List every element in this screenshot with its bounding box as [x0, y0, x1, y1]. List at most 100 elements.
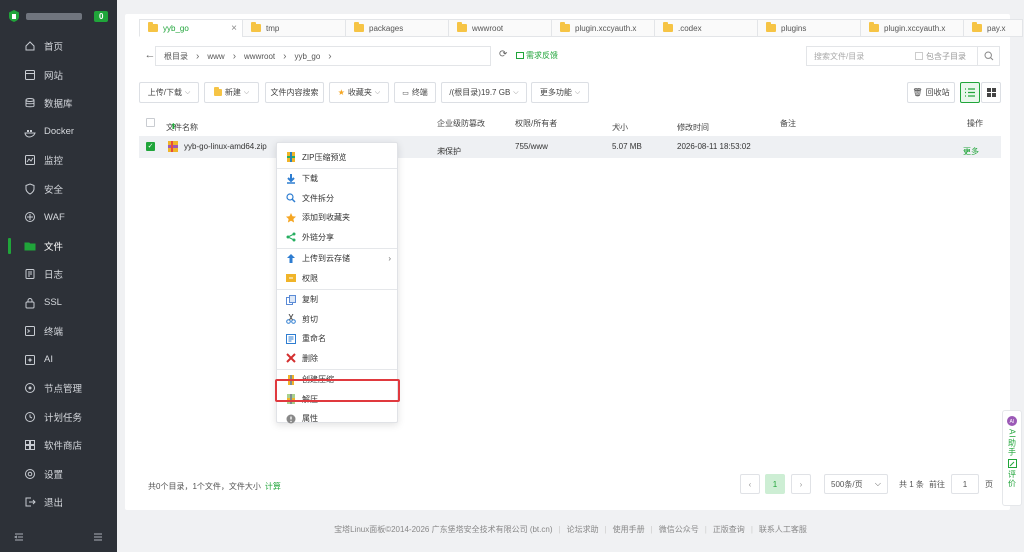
tab-0[interactable]: yyb_go × [139, 19, 242, 37]
menu-item-delete[interactable]: 删除 [277, 349, 397, 367]
sidebar-item-7[interactable]: 文件 [0, 232, 117, 261]
sidebar-item-4[interactable]: 监控 [0, 146, 117, 175]
tab-1[interactable]: tmp [242, 19, 345, 37]
menu-item-split[interactable]: 文件拆分 [277, 189, 397, 207]
sidebar-item-label: 设置 [44, 469, 64, 481]
ai-assistant-link[interactable]: AI助手 [1007, 429, 1018, 457]
feedback-link[interactable]: 需求反馈 [516, 50, 558, 61]
review-link[interactable]: 评价 [1007, 470, 1018, 488]
tab-5[interactable]: .codex [654, 19, 757, 37]
sidebar-item-2[interactable]: 数据库 [0, 89, 117, 118]
prev-page-button[interactable]: ‹ [740, 474, 760, 494]
sidebar-item-9[interactable]: SSL [0, 289, 117, 318]
footer-link[interactable]: 正版查询 [713, 525, 745, 534]
breadcrumb-item[interactable]: yyb_go [295, 52, 321, 61]
terminal-button[interactable]: ▭ 终端 [394, 82, 436, 103]
include-subdir-checkbox[interactable]: 包含子目录 [915, 51, 966, 62]
folder-tabs: yyb_go × tmp packages wwwroot plugin.xccyauth… [139, 19, 1023, 37]
edit-review-icon[interactable] [1007, 458, 1017, 468]
permission-icon [286, 274, 296, 282]
footer-link[interactable]: 论坛求助 [567, 525, 599, 534]
list-view-button[interactable] [960, 82, 980, 103]
footer-link[interactable]: 联系人工客服 [759, 525, 807, 534]
sidebar-item-14[interactable]: 软件商店 [0, 431, 117, 460]
disk-button[interactable]: /(根目录)19.7 GB ⌵ [441, 82, 527, 103]
footer-link[interactable]: 使用手册 [613, 525, 645, 534]
search-input[interactable]: 搜索文件/目录 [807, 51, 907, 62]
collapse-left-icon[interactable] [14, 532, 24, 542]
more-features-button[interactable]: 更多功能 ⌵ [531, 82, 589, 103]
sidebar-item-1[interactable]: 网站 [0, 61, 117, 90]
sidebar-item-8[interactable]: 日志 [0, 260, 117, 289]
breadcrumb-item[interactable]: 根目录 [164, 51, 188, 62]
breadcrumb[interactable]: 根目录 › www › wwwroot › yyb_go › [155, 46, 491, 66]
folder-icon [24, 242, 36, 251]
page-unit: 页 [985, 480, 993, 489]
sidebar-item-15[interactable]: 设置 [0, 460, 117, 489]
file-perm[interactable]: 755/www [515, 142, 548, 151]
ai-assistant-icon[interactable]: AI [1006, 415, 1018, 427]
per-page-select[interactable]: 500条/页 ⌵ [824, 474, 888, 494]
home-icon [25, 41, 35, 51]
tab-label: .codex [678, 23, 702, 33]
close-icon[interactable]: × [231, 23, 237, 34]
sidebar-item-3[interactable]: Docker [0, 118, 117, 147]
menu-item-rename[interactable]: 重命名 [277, 330, 397, 348]
recycle-bin-button[interactable]: 🗑 回收站 [907, 82, 955, 103]
col-protect: 企业级防篡改 [437, 119, 485, 128]
sidebar-item-11[interactable]: AI [0, 346, 117, 375]
refresh-icon[interactable]: ⟳ [499, 49, 507, 60]
sidebar-item-12[interactable]: 节点管理 [0, 374, 117, 403]
sidebar-item-13[interactable]: 计划任务 [0, 403, 117, 432]
address-row: ← 根目录 › www › wwwroot › yyb_go › ⟳ 需求反馈 搜索文件/目录… [139, 46, 1001, 66]
grid-view-button[interactable] [981, 82, 1001, 103]
search-button[interactable] [977, 47, 999, 65]
menu-item-permission[interactable]: 权限 [277, 269, 397, 287]
favorites-button[interactable]: ★ 收藏夹 ⌵ [329, 82, 389, 103]
menu-item-cut[interactable]: 剪切 [277, 310, 397, 328]
tab-2[interactable]: packages [345, 19, 448, 37]
menu-item-copy[interactable]: 复制 [277, 291, 397, 309]
upload-download-button[interactable]: 上传/下载 ⌵ [139, 82, 199, 103]
tab-3[interactable]: wwwroot [448, 19, 551, 37]
goto-page-input[interactable]: 1 [951, 474, 979, 494]
next-page-button[interactable]: › [791, 474, 811, 494]
sort-icon: ⇳ [680, 122, 687, 131]
breadcrumb-item[interactable]: wwwroot [244, 52, 275, 61]
table-row[interactable]: ✓ yyb-go-linux-amd64.zip 未保护 ⊡ 755/www 5.… [139, 136, 1001, 158]
sidebar-item-5[interactable]: 安全 [0, 175, 117, 204]
menu-item-info[interactable]: 属性 [277, 410, 397, 428]
tab-4[interactable]: plugin.xccyauth.x [551, 19, 654, 37]
split-icon [286, 193, 296, 203]
new-button[interactable]: 新建 ⌵ [204, 82, 259, 103]
database-icon [25, 98, 35, 108]
menu-item-zip-preview[interactable]: ZIP压缩预览 [277, 148, 397, 166]
breadcrumb-item[interactable]: www [207, 52, 224, 61]
ai-icon [25, 354, 35, 365]
menu-list-icon[interactable] [93, 532, 103, 542]
footer-link[interactable]: 微信公众号 [659, 525, 699, 534]
sidebar-item-16[interactable]: 退出 [0, 488, 117, 517]
menu-item-share[interactable]: 外链分享 [277, 228, 397, 246]
content-search-button[interactable]: 文件内容搜索 [265, 82, 324, 103]
sidebar-item-0[interactable]: 首页 [0, 32, 117, 61]
extract-highlight-box [275, 379, 400, 402]
tab-6[interactable]: plugins [757, 19, 860, 37]
page-1-button[interactable]: 1 [765, 474, 785, 494]
svg-text:AI: AI [1010, 419, 1015, 425]
sort-icon: ⇳ [615, 122, 622, 131]
notification-badge[interactable]: 0 [94, 10, 109, 22]
tab-7[interactable]: plugin.xccyauth.x [860, 19, 963, 37]
calc-size-link[interactable]: 计算 [265, 482, 281, 491]
sidebar-item-10[interactable]: 终端 [0, 317, 117, 346]
select-all-checkbox[interactable] [146, 118, 155, 127]
menu-item-cloud-upload[interactable]: 上传到云存储 › [277, 250, 397, 268]
row-checkbox[interactable]: ✓ [146, 142, 155, 151]
tab-8[interactable]: pay.x [963, 19, 1023, 37]
feedback-icon [516, 51, 524, 59]
file-name[interactable]: yyb-go-linux-amd64.zip [184, 142, 267, 151]
sidebar-item-6[interactable]: WAF [0, 203, 117, 232]
menu-item-download[interactable]: 下载 [277, 170, 397, 188]
cloud-upload-icon [287, 253, 295, 263]
menu-item-star[interactable]: 添加到收藏夹 [277, 209, 397, 227]
